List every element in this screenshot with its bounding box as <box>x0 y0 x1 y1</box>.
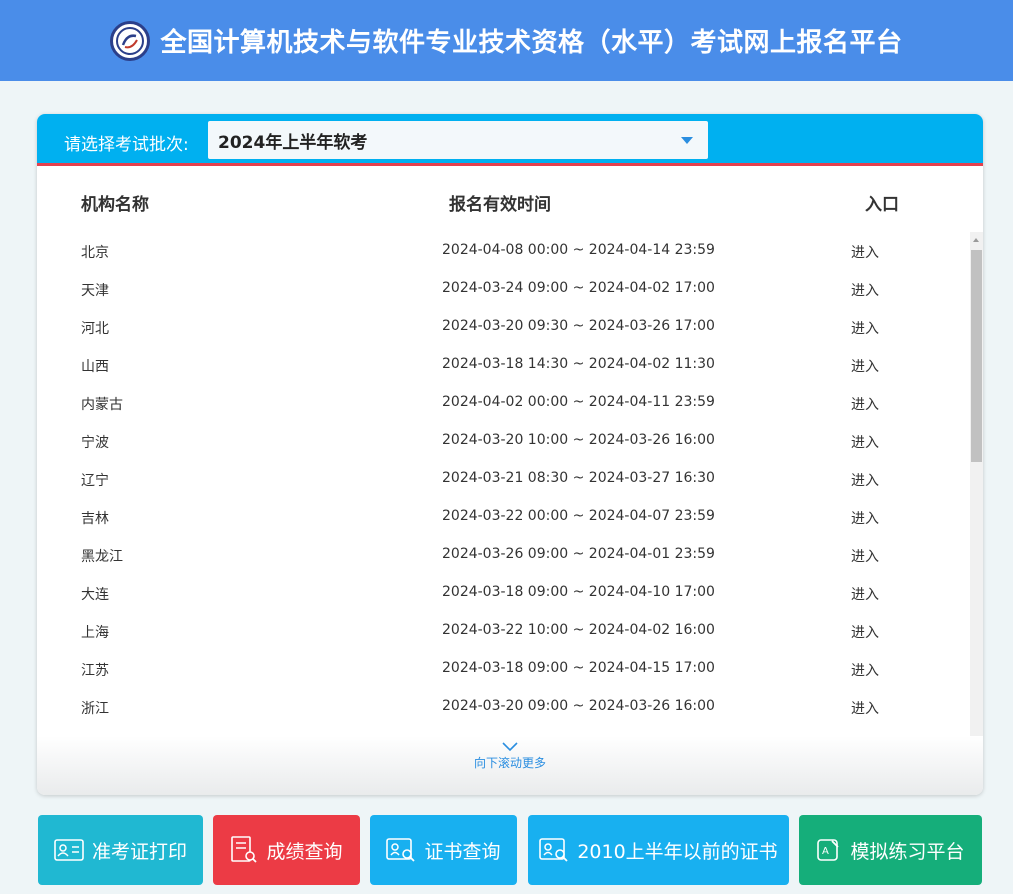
enter-link[interactable]: 进入 <box>851 318 879 338</box>
enter-link[interactable]: 进入 <box>851 394 879 414</box>
table-row: 宁波 2024-03-20 10:00 ~ 2024-03-26 16:00 进入 <box>37 422 969 460</box>
table-row: 河北 2024-03-20 09:30 ~ 2024-03-26 17:00 进入 <box>37 308 969 346</box>
org-name: 吉林 <box>81 511 109 527</box>
org-name: 内蒙古 <box>81 397 123 413</box>
registration-time: 2024-03-18 14:30 ~ 2024-04-02 11:30 <box>442 356 715 372</box>
org-name: 浙江 <box>81 701 109 717</box>
page-title: 全国计算机技术与软件专业技术资格（水平）考试网上报名平台 <box>160 28 903 58</box>
enter-link[interactable]: 进入 <box>851 432 879 452</box>
registration-time: 2024-03-24 09:00 ~ 2024-04-02 17:00 <box>442 280 715 296</box>
org-name: 北京 <box>81 245 109 261</box>
registration-time: 2024-03-26 09:00 ~ 2024-04-01 23:59 <box>442 546 715 562</box>
org-name: 河北 <box>81 321 109 337</box>
table-row: 浙江 2024-03-20 09:00 ~ 2024-03-26 16:00 进入 <box>37 688 969 726</box>
admission-ticket-print-label: 准考证打印 <box>91 840 187 863</box>
practice-platform-button[interactable]: A 模拟练习平台 <box>799 815 982 885</box>
table-row: 北京 2024-04-08 00:00 ~ 2024-04-14 23:59 进入 <box>37 232 969 270</box>
id-card-icon <box>54 839 84 861</box>
enter-link[interactable]: 进入 <box>851 508 879 528</box>
enter-link[interactable]: 进入 <box>851 660 879 680</box>
batch-bar: 请选择考试批次: 2024年上半年软考 <box>37 114 983 166</box>
org-name: 辽宁 <box>81 473 109 489</box>
scroll-more-text: 向下滚动更多 <box>473 756 546 770</box>
enter-link[interactable]: 进入 <box>851 242 879 262</box>
score-query-button[interactable]: 成绩查询 <box>213 815 360 885</box>
registration-time: 2024-03-20 09:30 ~ 2024-03-26 17:00 <box>442 318 715 334</box>
table-row: 辽宁 2024-03-21 08:30 ~ 2024-03-27 16:30 进入 <box>37 460 969 498</box>
scroll-up-arrow-icon[interactable] <box>973 238 979 242</box>
certificate-query-label: 证书查询 <box>424 840 501 863</box>
registration-time: 2024-03-18 09:00 ~ 2024-04-10 17:00 <box>442 584 715 600</box>
page-header: 全国计算机技术与软件专业技术资格（水平）考试网上报名平台 <box>0 0 1013 81</box>
registration-time: 2024-03-22 10:00 ~ 2024-04-02 16:00 <box>442 622 715 638</box>
admission-ticket-print-button[interactable]: 准考证打印 <box>38 815 203 885</box>
caret-down-icon[interactable] <box>681 137 693 144</box>
scrollbar[interactable] <box>970 232 983 737</box>
org-name: 天津 <box>81 283 109 299</box>
table-row: 黑龙江 2024-03-26 09:00 ~ 2024-04-01 23:59 进入 <box>37 536 969 574</box>
org-name: 江苏 <box>81 663 109 679</box>
registration-time: 2024-03-22 00:00 ~ 2024-04-07 23:59 <box>442 508 715 524</box>
org-name: 大连 <box>81 587 109 603</box>
table-header: 机构名称 报名有效时间 入口 <box>37 190 983 216</box>
table-row: 山西 2024-03-18 14:30 ~ 2024-04-02 11:30 进入 <box>37 346 969 384</box>
enter-link[interactable]: 进入 <box>851 470 879 490</box>
svg-text:A: A <box>822 846 829 857</box>
score-query-label: 成绩查询 <box>266 840 343 863</box>
batch-label: 请选择考试批次: <box>64 135 189 155</box>
enter-link[interactable]: 进入 <box>851 584 879 604</box>
scroll-more-hint[interactable]: 向下滚动更多 <box>37 736 983 795</box>
certificate-search-icon <box>386 837 416 863</box>
table-row: 江苏 2024-03-18 09:00 ~ 2024-04-15 17:00 进入 <box>37 650 969 688</box>
registration-time: 2024-04-08 00:00 ~ 2024-04-14 23:59 <box>442 242 715 258</box>
old-certificate-query-label: 2010上半年以前的证书 <box>577 840 778 863</box>
enter-link[interactable]: 进入 <box>851 698 879 718</box>
org-name: 山西 <box>81 359 109 375</box>
registration-time: 2024-03-20 10:00 ~ 2024-03-26 16:00 <box>442 432 715 448</box>
certificate-query-button[interactable]: 证书查询 <box>370 815 517 885</box>
certificate-search-icon <box>539 837 569 863</box>
org-name: 黑龙江 <box>81 549 123 565</box>
document-search-icon <box>230 835 258 865</box>
column-header-entry: 入口 <box>865 195 899 215</box>
batch-selected-value: 2024年上半年软考 <box>218 132 368 153</box>
table-row: 吉林 2024-03-22 00:00 ~ 2024-04-07 23:59 进入 <box>37 498 969 536</box>
chevron-down-icon[interactable] <box>502 742 518 752</box>
scrollbar-thumb[interactable] <box>971 250 982 462</box>
enter-link[interactable]: 进入 <box>851 356 879 376</box>
registration-time: 2024-03-20 09:00 ~ 2024-03-26 16:00 <box>442 698 715 714</box>
old-certificate-query-button[interactable]: 2010上半年以前的证书 <box>528 815 789 885</box>
registration-panel: 请选择考试批次: 2024年上半年软考 机构名称 报名有效时间 入口 北京 202… <box>37 114 983 795</box>
org-name: 宁波 <box>81 435 109 451</box>
table-row: 大连 2024-03-18 09:00 ~ 2024-04-10 17:00 进入 <box>37 574 969 612</box>
enter-link[interactable]: 进入 <box>851 546 879 566</box>
logo-icon <box>110 20 151 61</box>
table-row: 上海 2024-03-22 10:00 ~ 2024-04-02 16:00 进入 <box>37 612 969 650</box>
enter-link[interactable]: 进入 <box>851 280 879 300</box>
practice-platform-label: 模拟练习平台 <box>850 840 965 863</box>
registration-time: 2024-04-02 00:00 ~ 2024-04-11 23:59 <box>442 394 715 410</box>
institution-list[interactable]: 北京 2024-04-08 00:00 ~ 2024-04-14 23:59 进入 … <box>37 232 969 736</box>
registration-time: 2024-03-21 08:30 ~ 2024-03-27 16:30 <box>442 470 715 486</box>
table-row: 天津 2024-03-24 09:00 ~ 2024-04-02 17:00 进入 <box>37 270 969 308</box>
batch-select[interactable]: 2024年上半年软考 <box>208 121 708 159</box>
column-header-org: 机构名称 <box>81 195 149 215</box>
edit-icon: A <box>816 837 842 863</box>
table-row: 内蒙古 2024-04-02 00:00 ~ 2024-04-11 23:59 进入 <box>37 384 969 422</box>
org-name: 上海 <box>81 625 109 641</box>
enter-link[interactable]: 进入 <box>851 622 879 642</box>
registration-time: 2024-03-18 09:00 ~ 2024-04-15 17:00 <box>442 660 715 676</box>
column-header-time: 报名有效时间 <box>449 195 551 215</box>
